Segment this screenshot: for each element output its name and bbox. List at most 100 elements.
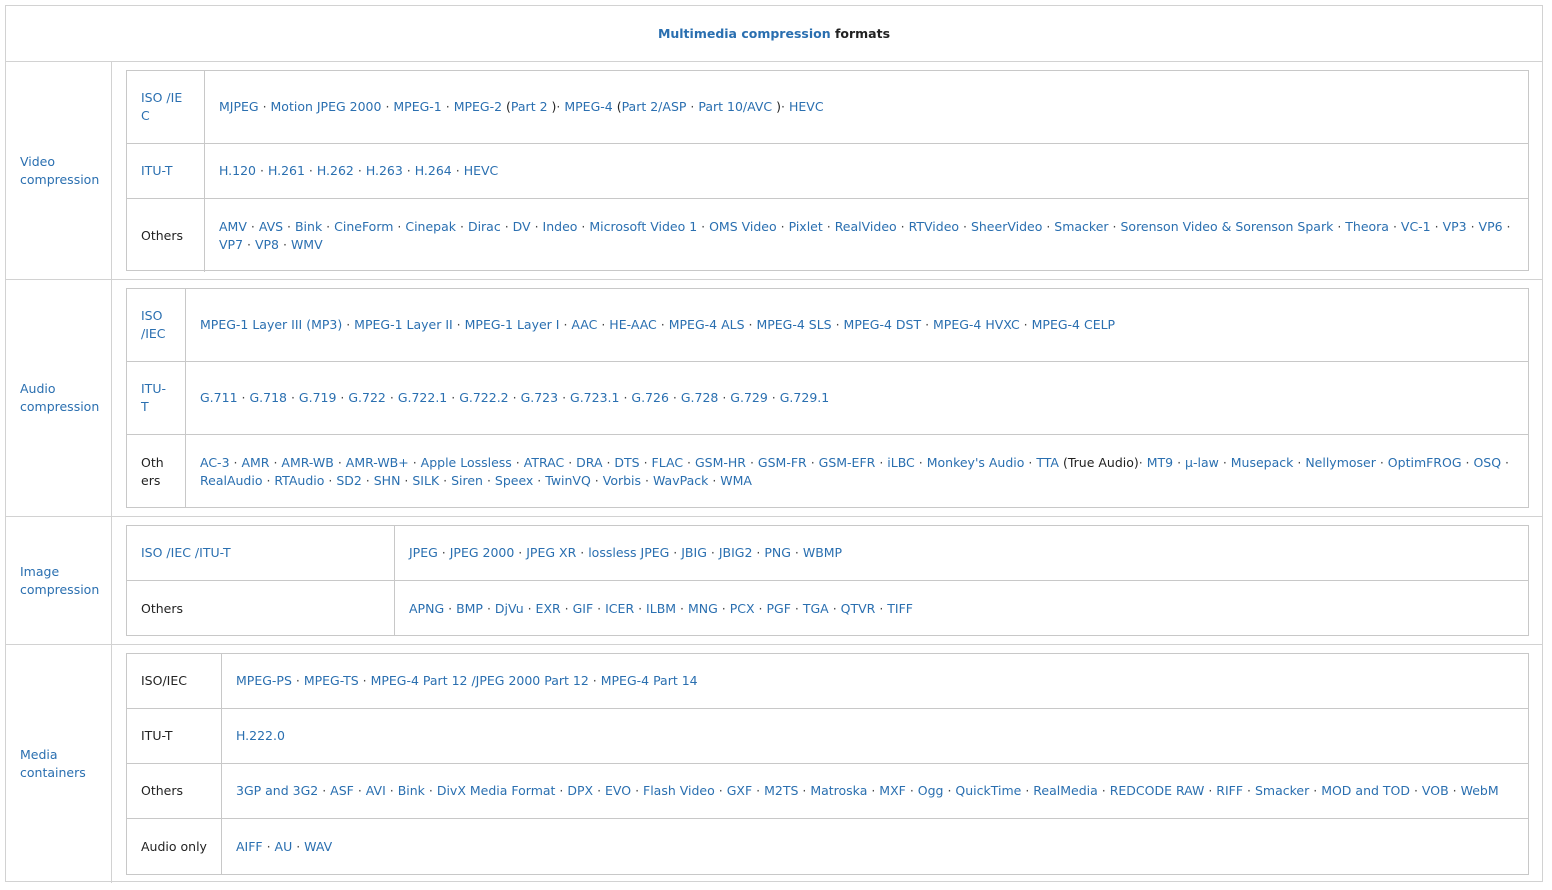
item-link[interactable]: AMR-WB bbox=[281, 455, 333, 470]
item-link[interactable]: SheerVideo bbox=[971, 219, 1042, 234]
row-label-text[interactable]: ITU-T bbox=[141, 162, 172, 180]
item-link[interactable]: JPEG 2000 bbox=[450, 545, 515, 560]
item-link[interactable]: Bink bbox=[295, 219, 322, 234]
item-link[interactable]: MOD and TOD bbox=[1321, 783, 1410, 798]
group-label-link[interactable]: Video compression bbox=[20, 153, 100, 189]
item-link[interactable]: JPEG XR bbox=[526, 545, 576, 560]
item-link[interactable]: VP8 bbox=[255, 237, 279, 252]
item-link[interactable]: G.723 bbox=[521, 390, 559, 405]
item-link[interactable]: Smacker bbox=[1054, 219, 1108, 234]
item-link[interactable]: Indeo bbox=[543, 219, 578, 234]
item-link[interactable]: WBMP bbox=[803, 545, 842, 560]
item-link[interactable]: OMS Video bbox=[709, 219, 777, 234]
item-link[interactable]: MPEG-4 HVXC bbox=[933, 317, 1020, 332]
item-link[interactable]: μ-law bbox=[1185, 455, 1219, 470]
item-link[interactable]: G.729.1 bbox=[780, 390, 829, 405]
item-link[interactable]: G.728 bbox=[681, 390, 719, 405]
item-link[interactable]: iLBC bbox=[887, 455, 915, 470]
item-link[interactable]: GIF bbox=[573, 601, 594, 616]
item-link[interactable]: G.726 bbox=[631, 390, 669, 405]
item-link[interactable]: RTAudio bbox=[274, 473, 324, 488]
item-link[interactable]: MPEG-1 Layer III (MP3) bbox=[200, 317, 342, 332]
item-link[interactable]: G.722.1 bbox=[398, 390, 447, 405]
item-link[interactable]: DjVu bbox=[495, 601, 524, 616]
item-link[interactable]: EXR bbox=[536, 601, 561, 616]
item-link[interactable]: AIFF bbox=[236, 839, 263, 854]
item-link[interactable]: SILK bbox=[412, 473, 439, 488]
row-label-text[interactable]: ISO /IEC bbox=[141, 89, 189, 125]
title-link[interactable]: Multimedia compression bbox=[658, 26, 831, 41]
item-link[interactable]: Monkey's Audio bbox=[927, 455, 1025, 470]
item-link[interactable]: Ogg bbox=[918, 783, 944, 798]
group-label-link[interactable]: Audio compression bbox=[20, 380, 100, 416]
item-link[interactable]: MT9 bbox=[1147, 455, 1173, 470]
item-sublink[interactable]: Part 10/AVC bbox=[698, 99, 772, 114]
item-link[interactable]: Dirac bbox=[468, 219, 501, 234]
item-link[interactable]: REDCODE RAW bbox=[1110, 783, 1205, 798]
item-link[interactable]: WebM bbox=[1461, 783, 1499, 798]
item-link[interactable]: Motion JPEG 2000 bbox=[271, 99, 382, 114]
item-link[interactable]: RIFF bbox=[1216, 783, 1243, 798]
item-link[interactable]: MPEG-4 Part 12 /JPEG 2000 Part 12 bbox=[371, 673, 589, 688]
item-link[interactable]: ILBM bbox=[646, 601, 676, 616]
item-link[interactable]: DPX bbox=[567, 783, 593, 798]
item-link[interactable]: MPEG-4 ALS bbox=[669, 317, 745, 332]
item-link[interactable]: G.718 bbox=[249, 390, 287, 405]
item-link[interactable]: ICER bbox=[605, 601, 634, 616]
item-link[interactable]: MNG bbox=[688, 601, 718, 616]
item-link[interactable]: H.261 bbox=[268, 163, 305, 178]
item-link[interactable]: Siren bbox=[451, 473, 483, 488]
item-link[interactable]: SHN bbox=[374, 473, 401, 488]
item-link[interactable]: DTS bbox=[614, 455, 639, 470]
item-link[interactable]: WavPack bbox=[653, 473, 708, 488]
item-link[interactable]: RTVideo bbox=[909, 219, 959, 234]
item-link[interactable]: MPEG-4 bbox=[564, 99, 612, 114]
item-link[interactable]: AMR-WB+ bbox=[346, 455, 409, 470]
item-link[interactable]: VP6 bbox=[1479, 219, 1503, 234]
item-link[interactable]: AU bbox=[275, 839, 293, 854]
item-link[interactable]: G.723.1 bbox=[570, 390, 619, 405]
item-link[interactable]: MXF bbox=[879, 783, 906, 798]
item-sublink[interactable]: Part 2 bbox=[511, 99, 548, 114]
item-link[interactable]: HE-AAC bbox=[609, 317, 657, 332]
item-link[interactable]: SD2 bbox=[336, 473, 362, 488]
item-link[interactable]: MPEG-1 bbox=[393, 99, 441, 114]
item-link[interactable]: H.120 bbox=[219, 163, 256, 178]
item-link[interactable]: RealVideo bbox=[835, 219, 897, 234]
item-link[interactable]: WAV bbox=[304, 839, 332, 854]
item-link[interactable]: Sorenson Video & Sorenson Spark bbox=[1120, 219, 1333, 234]
item-link[interactable]: CineForm bbox=[334, 219, 393, 234]
item-link[interactable]: H.263 bbox=[366, 163, 403, 178]
group-label-link[interactable]: Media containers bbox=[20, 746, 100, 782]
item-link[interactable]: MPEG-PS bbox=[236, 673, 292, 688]
item-link[interactable]: TTA bbox=[1036, 455, 1059, 470]
item-link[interactable]: Theora bbox=[1345, 219, 1389, 234]
item-link[interactable]: AC-3 bbox=[200, 455, 230, 470]
item-link[interactable]: Cinepak bbox=[405, 219, 456, 234]
item-link[interactable]: GSM-EFR bbox=[819, 455, 876, 470]
item-link[interactable]: TIFF bbox=[887, 601, 913, 616]
item-link[interactable]: G.729 bbox=[730, 390, 768, 405]
item-link[interactable]: Speex bbox=[495, 473, 533, 488]
item-link[interactable]: AVS bbox=[259, 219, 283, 234]
item-link[interactable]: Musepack bbox=[1231, 455, 1294, 470]
item-link[interactable]: MPEG-TS bbox=[304, 673, 359, 688]
item-link[interactable]: PCX bbox=[730, 601, 755, 616]
item-link[interactable]: APNG bbox=[409, 601, 444, 616]
item-link[interactable]: TGA bbox=[803, 601, 829, 616]
item-link[interactable]: QuickTime bbox=[955, 783, 1021, 798]
item-link[interactable]: G.722.2 bbox=[459, 390, 508, 405]
item-link[interactable]: MPEG-2 bbox=[454, 99, 502, 114]
item-link[interactable]: PGF bbox=[767, 601, 791, 616]
item-link[interactable]: MPEG-4 Part 14 bbox=[601, 673, 698, 688]
item-link[interactable]: G.722 bbox=[348, 390, 386, 405]
item-link[interactable]: OSQ bbox=[1473, 455, 1501, 470]
item-link[interactable]: EVO bbox=[605, 783, 631, 798]
item-link[interactable]: BMP bbox=[456, 601, 483, 616]
item-link[interactable]: AMR bbox=[241, 455, 269, 470]
item-link[interactable]: VP7 bbox=[219, 237, 243, 252]
item-link[interactable]: G.719 bbox=[299, 390, 337, 405]
item-link[interactable]: MPEG-1 Layer II bbox=[354, 317, 453, 332]
item-link[interactable]: VC-1 bbox=[1401, 219, 1431, 234]
item-link[interactable]: MPEG-4 SLS bbox=[756, 317, 831, 332]
